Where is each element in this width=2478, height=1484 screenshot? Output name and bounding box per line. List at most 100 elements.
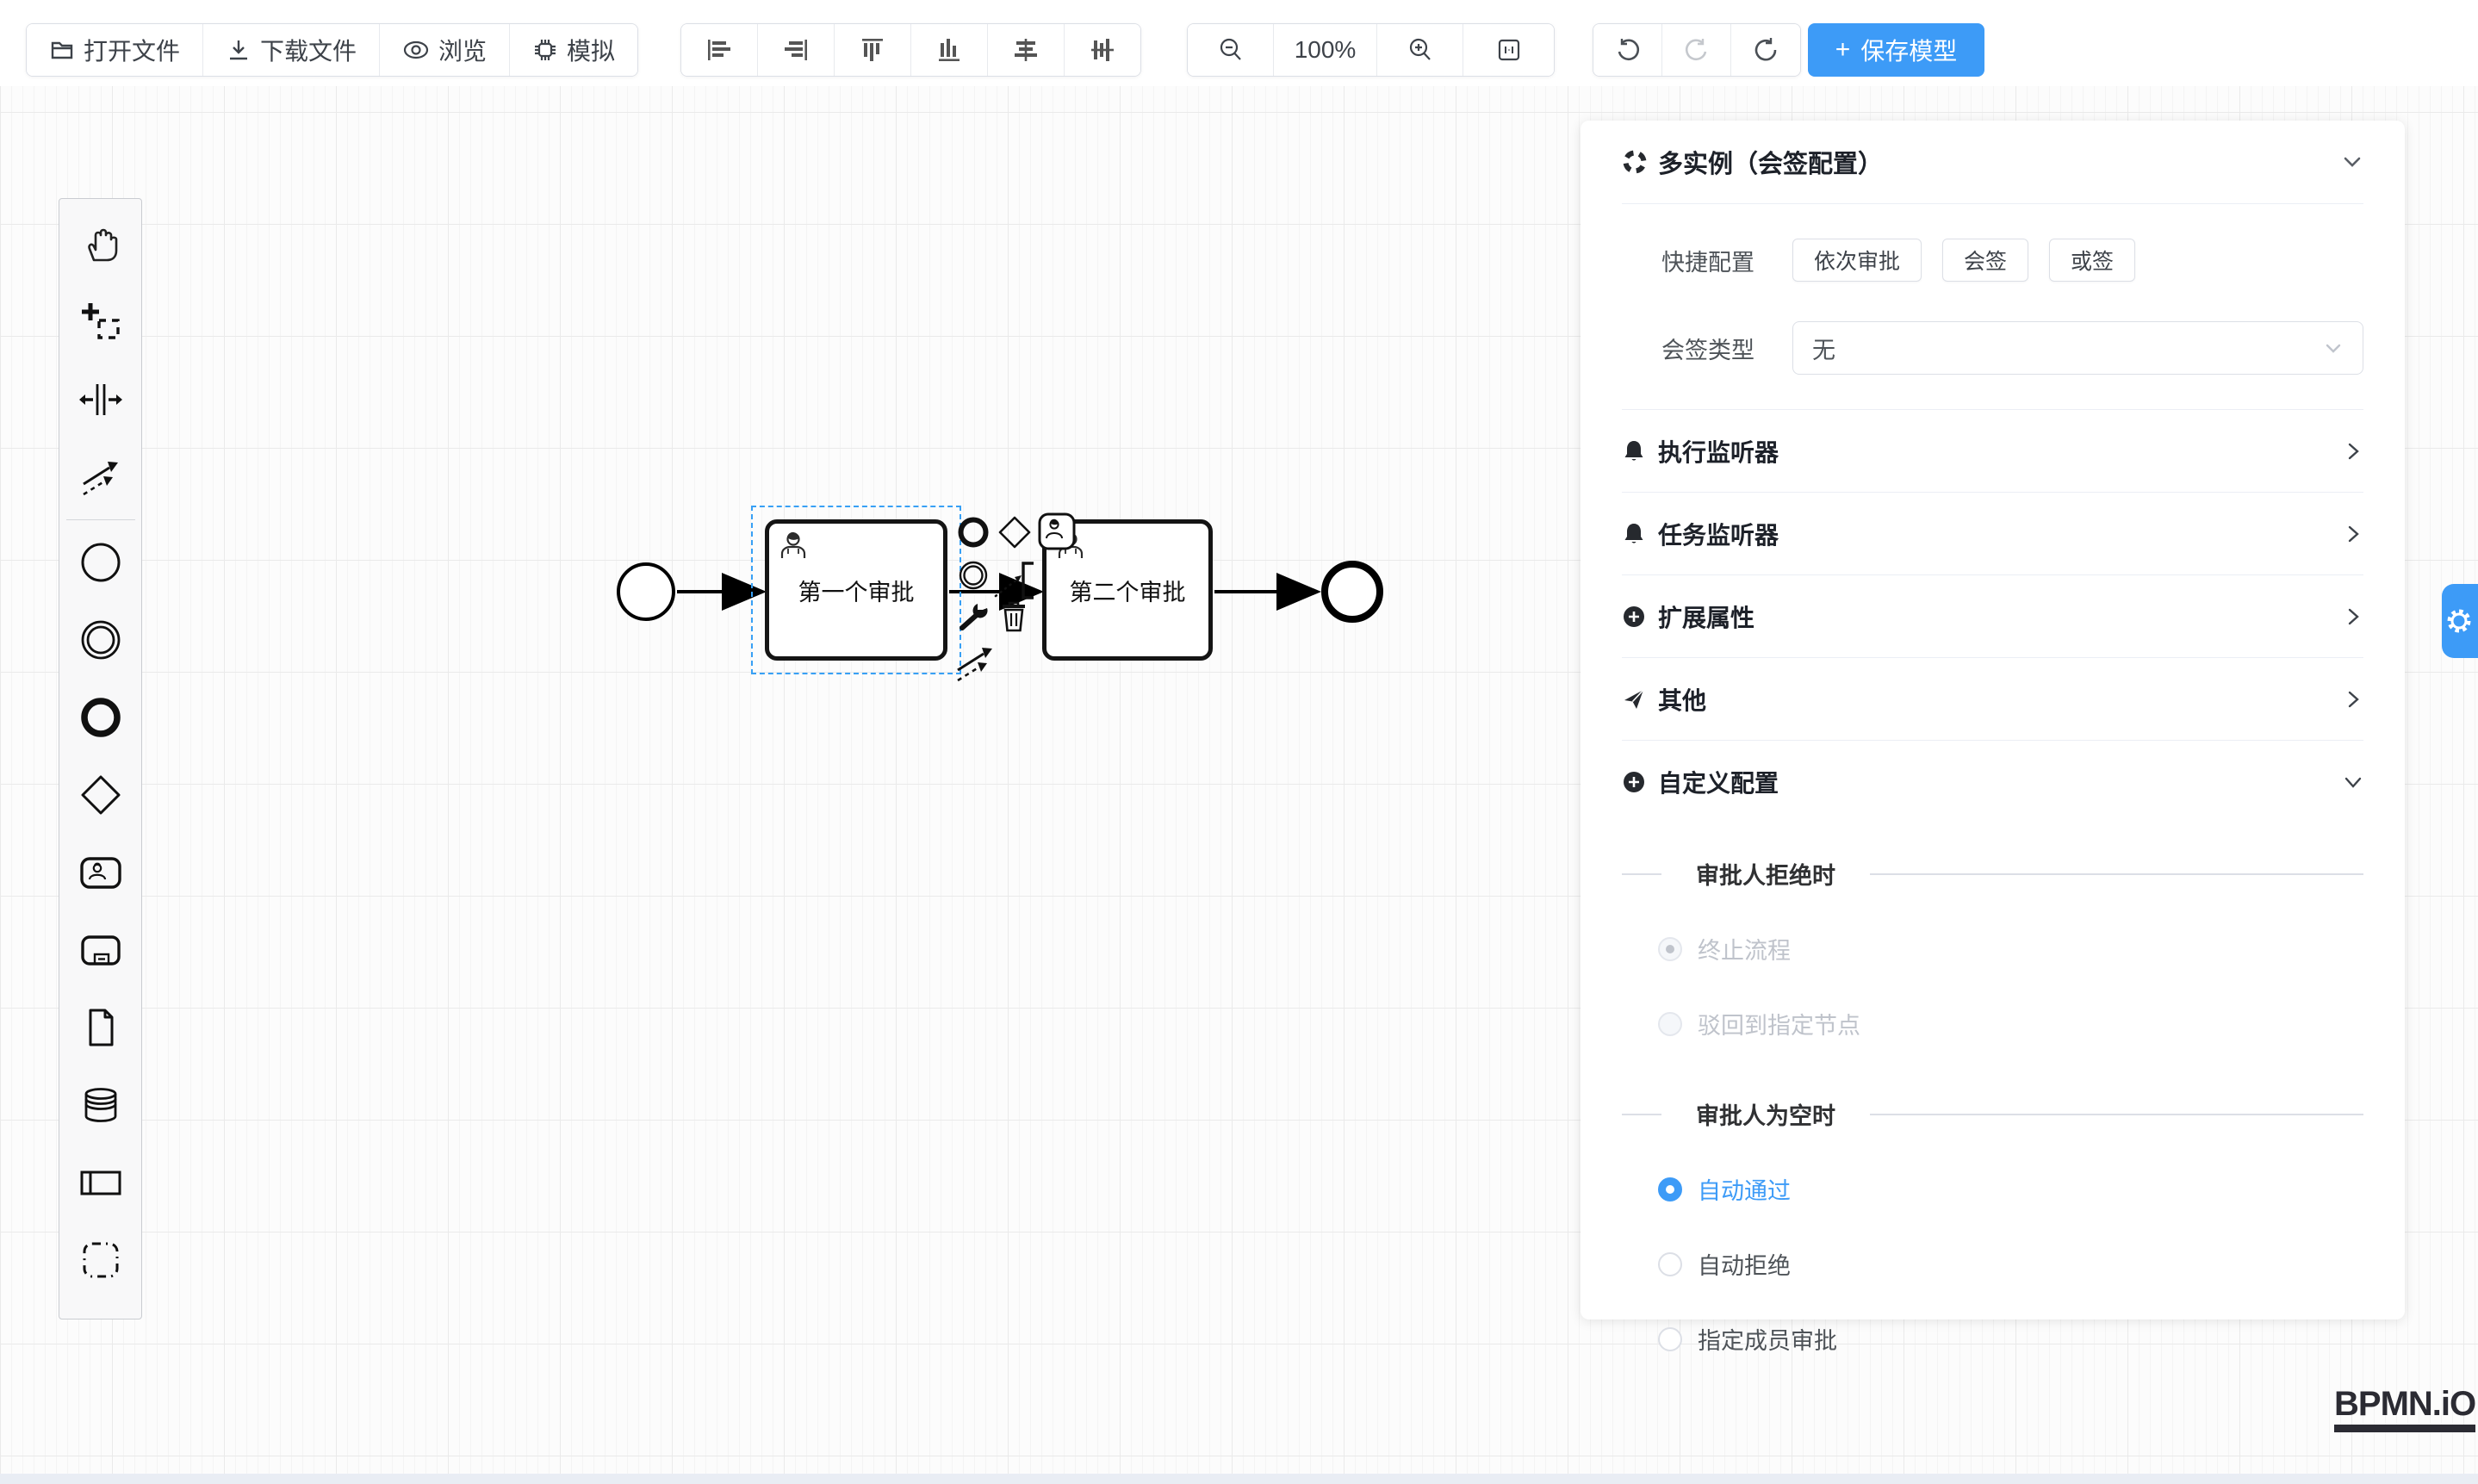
align-bottom-button[interactable] [911, 24, 988, 76]
zoom-level-value: 100% [1295, 36, 1357, 64]
download-icon [226, 37, 252, 63]
quick-config-orsign-button[interactable]: 或签 [2049, 239, 2135, 282]
save-model-button[interactable]: + 保存模型 [1808, 23, 1984, 77]
palette [59, 198, 142, 1319]
align-middle-vertical-button[interactable] [1065, 24, 1140, 76]
align-center-h-icon [1012, 36, 1040, 64]
zoom-out-button[interactable] [1188, 24, 1274, 76]
chevron-down-icon[interactable] [2341, 151, 2363, 173]
file-button-group: 打开文件 下载文件 浏览 模拟 [26, 23, 638, 77]
gateway-icon [78, 773, 123, 817]
undo-button[interactable] [1593, 24, 1662, 76]
fit-viewport-icon [1495, 36, 1523, 64]
align-left-button[interactable] [681, 24, 758, 76]
chevron-down-icon [2323, 338, 2344, 358]
data-store-icon [78, 1083, 123, 1127]
radio-return-to-node[interactable]: 驳回到指定节点 [1658, 1007, 2363, 1040]
user-icon [776, 529, 810, 563]
radio-label: 驳回到指定节点 [1698, 1007, 1860, 1040]
create-gateway[interactable] [59, 756, 142, 834]
create-group[interactable] [59, 1221, 142, 1299]
zoom-in-button[interactable] [1377, 24, 1463, 76]
global-connect-tool[interactable] [59, 438, 142, 516]
align-right-button[interactable] [758, 24, 835, 76]
zoom-level-display[interactable]: 100% [1274, 24, 1377, 76]
task-label: 第一个审批 [798, 574, 915, 607]
refresh-icon [1752, 36, 1779, 64]
redo-button[interactable] [1662, 24, 1731, 76]
divider-line [1870, 873, 2363, 875]
end-event-shape[interactable] [1321, 561, 1383, 623]
simulate-button[interactable]: 模拟 [510, 24, 637, 76]
append-end-event-icon[interactable] [956, 515, 991, 550]
trash-icon[interactable] [996, 598, 1032, 634]
quick-config-countersign-button[interactable]: 会签 [1942, 239, 2028, 282]
align-top-button[interactable] [835, 24, 911, 76]
quick-config-sequential-button[interactable]: 依次审批 [1792, 239, 1922, 282]
create-start-event[interactable] [59, 524, 142, 601]
align-center-horizontal-button[interactable] [988, 24, 1065, 76]
radio-dot [1658, 1252, 1682, 1276]
history-button-group [1593, 23, 1801, 77]
radio-auto-reject[interactable]: 自动拒绝 [1658, 1247, 2363, 1281]
radio-label: 自动通过 [1698, 1172, 1791, 1206]
align-right-icon [782, 36, 810, 64]
create-user-task[interactable] [59, 834, 142, 911]
fit-viewport-button[interactable] [1463, 24, 1554, 76]
radio-assign-member[interactable]: 指定成员审批 [1658, 1322, 2363, 1356]
create-participant[interactable] [59, 1144, 142, 1221]
eye-icon [402, 37, 430, 63]
zoom-in-icon [1407, 36, 1434, 64]
folder-open-icon [49, 37, 75, 63]
panel-header[interactable]: 多实例（会签配置） [1622, 121, 2363, 203]
radio-terminate-process[interactable]: 终止流程 [1658, 932, 2363, 966]
chevron-right-icon [2343, 606, 2363, 627]
preview-label: 浏览 [438, 33, 487, 67]
context-pad [951, 512, 1089, 684]
space-tool[interactable] [59, 361, 142, 438]
create-end-event[interactable] [59, 679, 142, 756]
append-intermediate-event-icon[interactable] [956, 558, 991, 593]
create-data-store[interactable] [59, 1066, 142, 1144]
section-other[interactable]: 其他 [1622, 657, 2363, 740]
settings-tab[interactable] [2442, 584, 2478, 658]
section-task-listener[interactable]: 任务监听器 [1622, 492, 2363, 574]
create-intermediate-event[interactable] [59, 601, 142, 679]
sign-type-row: 会签类型 无 [1661, 321, 2363, 375]
section-label: 扩展属性 [1658, 599, 2331, 634]
radio-dot [1658, 1327, 1682, 1351]
create-subprocess[interactable] [59, 911, 142, 989]
empty-group-divider: 审批人为空时 [1622, 1097, 2363, 1131]
start-event-shape[interactable] [617, 562, 675, 621]
preview-button[interactable]: 浏览 [380, 24, 510, 76]
wrench-icon[interactable] [956, 599, 992, 636]
chevron-down-icon [2343, 772, 2363, 792]
refresh-button[interactable] [1731, 24, 1800, 76]
section-label: 任务监听器 [1658, 517, 2331, 551]
bpmn-io-logo[interactable]: BPMN.iO [2334, 1385, 2475, 1432]
connect-icon[interactable] [953, 639, 997, 684]
download-file-button[interactable]: 下载文件 [203, 24, 380, 76]
hand-tool[interactable] [59, 206, 142, 283]
redo-icon [1683, 36, 1711, 64]
lasso-tool[interactable] [59, 283, 142, 361]
end-event-icon [78, 695, 123, 740]
append-user-task-icon[interactable] [1037, 512, 1077, 551]
properties-panel: 多实例（会签配置） 快捷配置 依次审批 会签 或签 会签类型 无 执行监听器 任… [1581, 121, 2405, 1319]
create-data-object[interactable] [59, 989, 142, 1066]
section-execution-listener[interactable]: 执行监听器 [1622, 409, 2363, 492]
sign-type-select[interactable]: 无 [1792, 321, 2363, 375]
append-gateway-icon[interactable] [997, 515, 1032, 550]
align-bottom-icon [935, 36, 963, 64]
section-custom-config[interactable]: 自定义配置 [1622, 740, 2363, 823]
multi-instance-icon [1622, 149, 1648, 175]
radio-dot [1658, 1012, 1682, 1036]
radio-auto-pass[interactable]: 自动通过 [1658, 1172, 2363, 1206]
section-extended-properties[interactable]: 扩展属性 [1622, 574, 2363, 657]
radio-label: 指定成员审批 [1698, 1322, 1837, 1356]
task-first-approval[interactable]: 第一个审批 [765, 519, 947, 661]
download-file-label: 下载文件 [260, 33, 357, 67]
zoom-button-group: 100% [1187, 23, 1555, 77]
data-object-icon [78, 1005, 123, 1050]
open-file-button[interactable]: 打开文件 [27, 24, 203, 76]
